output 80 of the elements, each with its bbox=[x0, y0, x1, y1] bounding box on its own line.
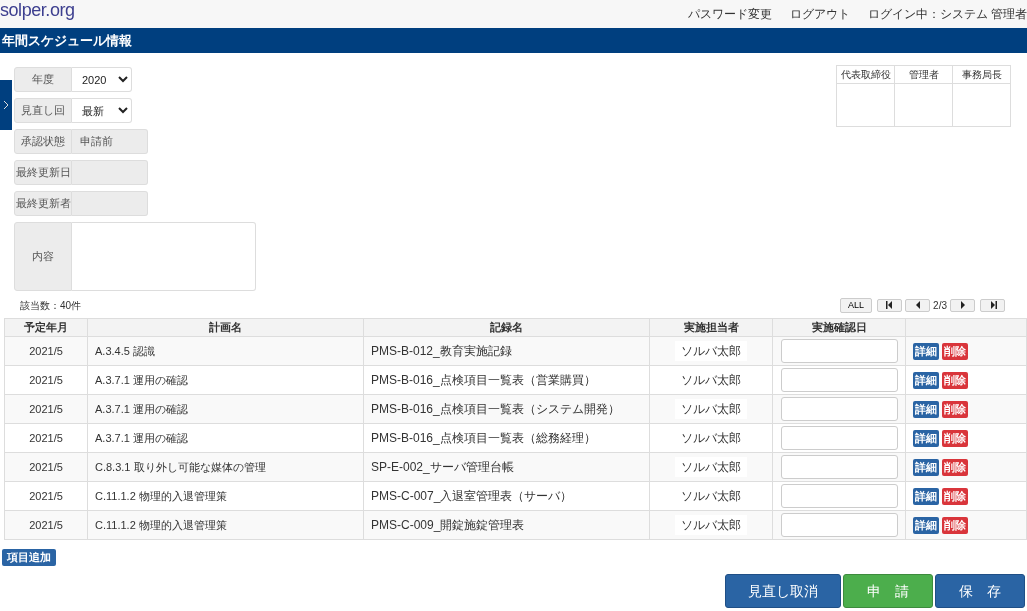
field-label: 最終更新日 bbox=[14, 160, 72, 185]
prev-page-button[interactable] bbox=[905, 298, 931, 312]
field-label: 最終更新者 bbox=[14, 191, 72, 216]
select-field[interactable]: 最新 bbox=[72, 98, 132, 123]
first-page-icon bbox=[885, 301, 894, 309]
delete-button[interactable]: 削除 bbox=[942, 516, 968, 534]
table-cell: 2021/5 bbox=[4, 365, 88, 395]
table-cell: SP-E-002_サーバ管理台帳 bbox=[363, 452, 650, 482]
table-cell: 2021/5 bbox=[4, 394, 88, 424]
date-input[interactable] bbox=[780, 484, 898, 508]
readonly-field: 申請前 bbox=[72, 129, 148, 154]
page-title: 年間スケジュール情報 bbox=[2, 31, 132, 50]
last-page-icon bbox=[988, 301, 997, 309]
last-page-button[interactable] bbox=[980, 298, 1005, 312]
login-user: ログイン中：システム 管理者 bbox=[867, 6, 1027, 23]
detail-button[interactable]: 詳細 bbox=[913, 342, 939, 360]
delete-button[interactable]: 削除 bbox=[942, 458, 968, 476]
delete-button[interactable]: 削除 bbox=[942, 400, 968, 418]
field-label: 内容 bbox=[14, 222, 72, 291]
table-cell: PMS-B-012_教育実施記録 bbox=[363, 336, 650, 366]
table-cell: PMS-C-007_入退室管理表（サーバ） bbox=[363, 481, 650, 511]
site-logo[interactable]: solper.org bbox=[0, 0, 75, 24]
table-cell: 2021/5 bbox=[4, 423, 88, 453]
detail-button[interactable]: 詳細 bbox=[913, 400, 939, 418]
approval-header: 事務局長 bbox=[952, 65, 1011, 84]
delete-button[interactable]: 削除 bbox=[942, 429, 968, 447]
column-header: 予定年月 bbox=[4, 318, 88, 337]
detail-button[interactable]: 詳細 bbox=[913, 458, 939, 476]
field-label: 年度 bbox=[14, 67, 72, 92]
first-page-button[interactable] bbox=[877, 298, 903, 312]
date-input[interactable] bbox=[780, 513, 898, 537]
table-cell: PMS-B-016_点検項目一覧表（システム開発） bbox=[363, 394, 650, 424]
header-link[interactable]: ログアウト bbox=[789, 5, 850, 23]
date-input[interactable] bbox=[780, 339, 898, 363]
field-label: 承認状態 bbox=[14, 129, 72, 154]
sidebar-toggle[interactable] bbox=[0, 80, 12, 130]
table-cell: 2021/5 bbox=[4, 452, 88, 482]
approval-header: 代表取締役 bbox=[836, 65, 895, 84]
table-cell: A.3.7.1 運用の確認 bbox=[87, 423, 364, 453]
chevron-right-icon bbox=[3, 100, 9, 110]
table-cell: C.8.3.1 取り外し可能な媒体の管理 bbox=[87, 452, 364, 482]
next-page-icon bbox=[958, 301, 967, 309]
table-cell: 2021/5 bbox=[4, 336, 88, 366]
delete-button[interactable]: 削除 bbox=[942, 342, 968, 360]
action-button[interactable]: 見直し取消 bbox=[725, 574, 841, 608]
add-item-button[interactable]: 項目追加 bbox=[2, 549, 56, 566]
table-cell: PMS-B-016_点検項目一覧表（総務経理） bbox=[363, 423, 650, 453]
date-input[interactable] bbox=[780, 455, 898, 479]
detail-button[interactable]: 詳細 bbox=[913, 516, 939, 534]
column-header: 実施担当者 bbox=[649, 318, 773, 337]
table-cell: A.3.7.1 運用の確認 bbox=[87, 394, 364, 424]
detail-button[interactable]: 詳細 bbox=[913, 429, 939, 447]
delete-button[interactable]: 削除 bbox=[942, 487, 968, 505]
column-header: 実施確認日 bbox=[772, 318, 906, 337]
delete-button[interactable]: 削除 bbox=[942, 371, 968, 389]
table-cell: A.3.4.5 認識 bbox=[87, 336, 364, 366]
detail-button[interactable]: 詳細 bbox=[913, 487, 939, 505]
result-count: 該当数：40件 bbox=[20, 298, 82, 313]
table-cell: A.3.7.1 運用の確認 bbox=[87, 365, 364, 395]
date-input[interactable] bbox=[780, 368, 898, 392]
table-cell: PMS-C-009_開錠施錠管理表 bbox=[363, 510, 650, 540]
action-button[interactable]: 保 存 bbox=[935, 574, 1025, 608]
page-indicator: 2/3 bbox=[933, 298, 947, 313]
select-field[interactable]: 2020 bbox=[72, 67, 132, 92]
all-button[interactable]: ALL bbox=[840, 297, 873, 313]
date-input[interactable] bbox=[780, 397, 898, 421]
field-label: 見直し回 bbox=[14, 98, 72, 123]
detail-button[interactable]: 詳細 bbox=[913, 371, 939, 389]
table-cell: 2021/5 bbox=[4, 510, 88, 540]
table-cell: C.11.1.2 物理的入退管理策 bbox=[87, 510, 364, 540]
approval-header: 管理者 bbox=[894, 65, 953, 84]
table-cell: 2021/5 bbox=[4, 481, 88, 511]
content-textarea[interactable] bbox=[72, 222, 256, 291]
next-page-button[interactable] bbox=[950, 298, 975, 312]
table-cell: C.11.1.2 物理的入退管理策 bbox=[87, 481, 364, 511]
column-header: 計画名 bbox=[87, 318, 364, 337]
table-cell: PMS-B-016_点検項目一覧表（営業購買） bbox=[363, 365, 650, 395]
header-link[interactable]: パスワード変更 bbox=[687, 5, 772, 23]
date-input[interactable] bbox=[780, 426, 898, 450]
column-header: 記録名 bbox=[363, 318, 650, 337]
